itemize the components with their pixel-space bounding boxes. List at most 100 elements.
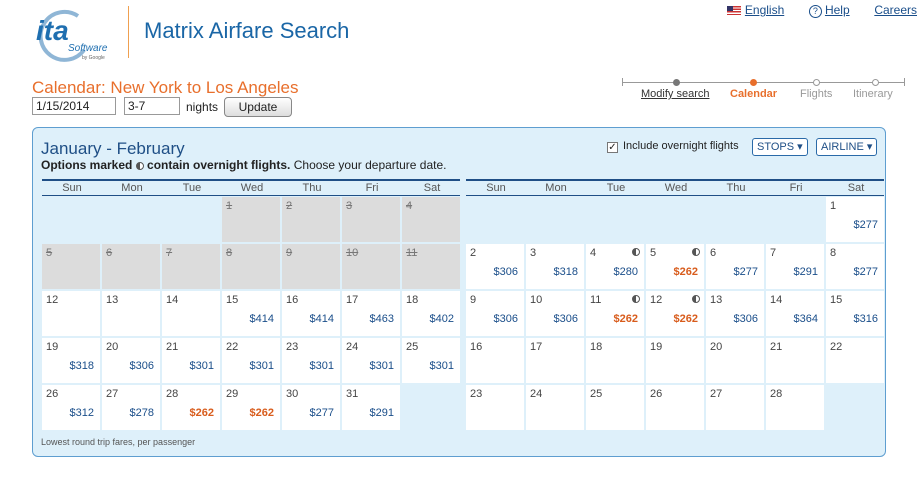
fare-price[interactable]: $278 — [130, 407, 154, 419]
calendar-day-cell[interactable]: 22 $301 — [222, 338, 280, 383]
stops-dropdown[interactable]: STOPS ▾ — [752, 138, 808, 156]
help-link[interactable]: Help — [825, 3, 850, 17]
day-number: 20 — [710, 341, 723, 353]
calendar-day-cell[interactable]: 3 $318 — [526, 244, 584, 289]
calendar-day-cell[interactable]: 4 $280 — [586, 244, 644, 289]
fare-price[interactable]: $301 — [250, 360, 274, 372]
calendar-day-cell[interactable]: 15 $316 — [826, 291, 884, 336]
calendar-day-cell[interactable]: 28 $262 — [162, 385, 220, 430]
fare-price[interactable]: $280 — [614, 266, 638, 278]
day-number: 13 — [710, 294, 723, 306]
careers-link[interactable]: Careers — [874, 3, 917, 17]
fare-price[interactable]: $301 — [430, 360, 454, 372]
calendar-day-cell[interactable]: 18 $402 — [402, 291, 460, 336]
nights-input[interactable]: 3-7 — [124, 97, 180, 115]
calendar-day-cell[interactable]: 29 $262 — [222, 385, 280, 430]
fare-price[interactable]: $301 — [190, 360, 214, 372]
day-number: 14 — [770, 294, 783, 306]
fare-price[interactable]: $277 — [854, 219, 878, 231]
calendar-empty-cell — [466, 197, 524, 242]
fare-price[interactable]: $316 — [854, 313, 878, 325]
day-number: 31 — [346, 388, 359, 400]
calendar-day-cell[interactable]: 24 $301 — [342, 338, 400, 383]
calendar-day-cell[interactable]: 19 $318 — [42, 338, 100, 383]
day-number: 6 — [710, 247, 717, 259]
calendar-day-cell[interactable]: 13 $306 — [706, 291, 764, 336]
day-number: 14 — [166, 294, 179, 306]
calendar-day-cell[interactable]: 5 $262 — [646, 244, 704, 289]
fare-price[interactable]: $291 — [794, 266, 818, 278]
fare-price[interactable]: $306 — [494, 266, 518, 278]
airline-dropdown[interactable]: AIRLINE ▾ — [816, 138, 878, 156]
overnight-icon — [692, 248, 700, 256]
calendar-day-cell[interactable]: 23 $301 — [282, 338, 340, 383]
fare-price[interactable]: $301 — [370, 360, 394, 372]
day-number: 18 — [406, 294, 419, 306]
fare-price[interactable]: $262 — [250, 407, 274, 419]
calendar-day-cell[interactable]: 15 $414 — [222, 291, 280, 336]
calendar-day-cell[interactable]: 17 $463 — [342, 291, 400, 336]
fare-price[interactable]: $277 — [734, 266, 758, 278]
fare-price[interactable]: $306 — [494, 313, 518, 325]
fare-price[interactable]: $262 — [190, 407, 214, 419]
calendar-day-cell[interactable]: 12 $262 — [646, 291, 704, 336]
calendar-day-cell[interactable]: 2 $306 — [466, 244, 524, 289]
calendar-day-cell: 17 — [526, 338, 584, 383]
fare-price[interactable]: $364 — [794, 313, 818, 325]
calendar-day-cell[interactable]: 16 $414 — [282, 291, 340, 336]
calendar-day-cell[interactable]: 26 $312 — [42, 385, 100, 430]
calendar-day-cell: 6 — [102, 244, 160, 289]
fare-price[interactable]: $402 — [430, 313, 454, 325]
calendar-day-cell[interactable]: 27 $278 — [102, 385, 160, 430]
calendar-day-cell: 16 — [466, 338, 524, 383]
fare-price[interactable]: $318 — [554, 266, 578, 278]
fare-price[interactable]: $262 — [614, 313, 638, 325]
calendar-day-cell[interactable]: 21 $301 — [162, 338, 220, 383]
english-link[interactable]: English — [745, 3, 784, 17]
calendar-day-cell[interactable]: 11 $262 — [586, 291, 644, 336]
fare-price[interactable]: $301 — [310, 360, 334, 372]
calendar-day-cell[interactable]: 10 $306 — [526, 291, 584, 336]
fare-price[interactable]: $262 — [674, 313, 698, 325]
fare-price[interactable]: $306 — [734, 313, 758, 325]
calendar-day-cell[interactable]: 6 $277 — [706, 244, 764, 289]
fare-price[interactable]: $306 — [130, 360, 154, 372]
fare-price[interactable]: $318 — [70, 360, 94, 372]
fare-price[interactable]: $463 — [370, 313, 394, 325]
day-number: 21 — [166, 341, 179, 353]
calendar-day-cell[interactable]: 31 $291 — [342, 385, 400, 430]
day-number: 5 — [46, 247, 53, 259]
day-number: 30 — [286, 388, 299, 400]
date-input[interactable]: 1/15/2014 — [32, 97, 116, 115]
fare-price[interactable]: $306 — [554, 313, 578, 325]
fare-price[interactable]: $291 — [370, 407, 394, 419]
day-number: 23 — [470, 388, 483, 400]
day-number: 11 — [590, 294, 602, 306]
calendar-day-cell[interactable]: 30 $277 — [282, 385, 340, 430]
weekday-label: Sun — [62, 182, 82, 194]
step-modify-search[interactable]: Modify search — [641, 88, 709, 100]
day-number: 24 — [346, 341, 359, 353]
fare-price[interactable]: $414 — [250, 313, 274, 325]
overnight-checkbox[interactable]: ✓ — [607, 142, 618, 153]
day-number: 27 — [710, 388, 723, 400]
calendar-day-cell[interactable]: 20 $306 — [102, 338, 160, 383]
calendar-day-cell[interactable]: 14 $364 — [766, 291, 824, 336]
fare-price[interactable]: $414 — [310, 313, 334, 325]
calendar-day-cell[interactable]: 8 $277 — [826, 244, 884, 289]
day-number: 6 — [106, 247, 113, 259]
calendar-day-cell[interactable]: 1 $277 — [826, 197, 884, 242]
fare-price[interactable]: $262 — [674, 266, 698, 278]
weekday-label: Tue — [182, 182, 202, 194]
calendar-day-cell: 3 — [342, 197, 400, 242]
ita-software-logo[interactable]: ita Software by Google — [32, 6, 114, 62]
fare-price[interactable]: $312 — [70, 407, 94, 419]
calendar-day-cell[interactable]: 25 $301 — [402, 338, 460, 383]
update-button[interactable]: Update — [224, 97, 292, 117]
calendar-day-cell[interactable]: 7 $291 — [766, 244, 824, 289]
calendar-day-cell[interactable]: 9 $306 — [466, 291, 524, 336]
fare-price[interactable]: $277 — [854, 266, 878, 278]
fare-price[interactable]: $277 — [310, 407, 334, 419]
day-number: 9 — [470, 294, 477, 306]
note-rest: Choose your departure date. — [293, 158, 447, 172]
